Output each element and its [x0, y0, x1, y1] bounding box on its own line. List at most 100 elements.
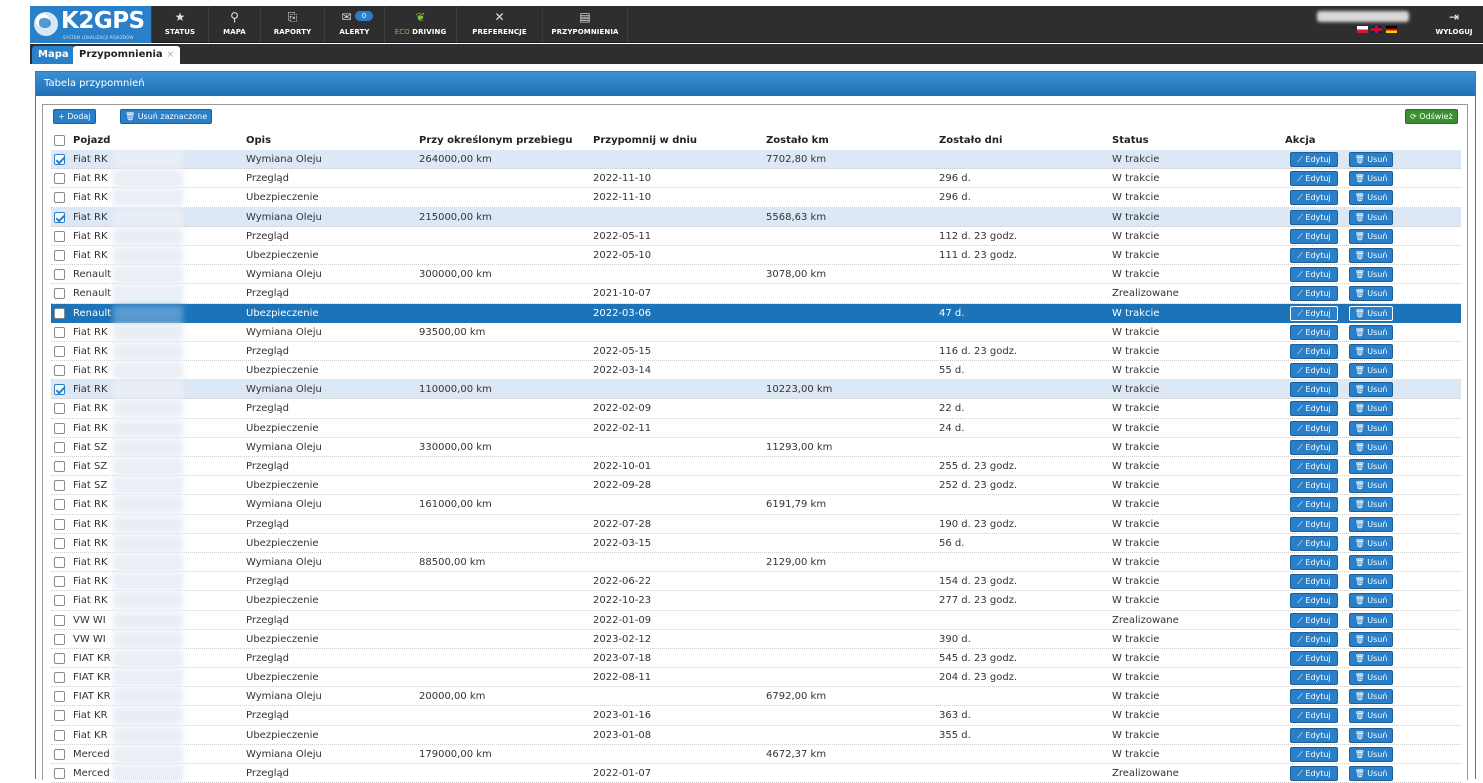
row-checkbox[interactable]: [54, 288, 65, 300]
delete-button[interactable]: 🗑 Usuń: [1349, 593, 1393, 609]
row-checkbox[interactable]: [54, 556, 65, 568]
column-remind-on[interactable]: Przypomnij w dniu: [593, 135, 697, 146]
delete-button[interactable]: 🗑 Usuń: [1349, 324, 1393, 340]
table-row[interactable]: Renault Ubezpieczenie 2022-03-06 47 d. W tra…: [51, 303, 1461, 323]
close-tab-icon[interactable]: ×: [167, 50, 175, 60]
flag-de-icon[interactable]: [1386, 26, 1397, 33]
delete-button[interactable]: 🗑 Usuń: [1349, 612, 1393, 628]
delete-button[interactable]: 🗑 Usuń: [1349, 746, 1393, 762]
table-row[interactable]: Fiat SZ Ubezpieczenie 2022-09-28 252 d. 23 …: [51, 476, 1461, 496]
edit-button[interactable]: ⟋ Edytuj: [1290, 497, 1338, 513]
row-checkbox[interactable]: [54, 614, 65, 626]
edit-button[interactable]: ⟋ Edytuj: [1290, 247, 1338, 263]
row-checkbox[interactable]: [54, 441, 65, 453]
row-checkbox[interactable]: [54, 249, 65, 261]
table-row[interactable]: Renault Przegląd 2021-10-07 Zrealizowane ⟋ E…: [51, 284, 1461, 304]
table-row[interactable]: Fiat RK Ubezpieczenie 2022-11-10 296 d. W tr…: [51, 188, 1461, 208]
row-checkbox[interactable]: [54, 518, 65, 530]
edit-button[interactable]: ⟋ Edytuj: [1290, 228, 1338, 244]
row-checkbox[interactable]: [54, 307, 65, 319]
edit-button[interactable]: ⟋ Edytuj: [1290, 612, 1338, 628]
delete-button[interactable]: 🗑 Usuń: [1349, 401, 1393, 417]
delete-button[interactable]: 🗑 Usuń: [1349, 516, 1393, 532]
edit-button[interactable]: ⟋ Edytuj: [1290, 401, 1338, 417]
add-button[interactable]: + Dodaj: [53, 109, 96, 124]
table-row[interactable]: Fiat RK Wymiana Oleju 88500,00 km 2129,00 k…: [51, 553, 1461, 573]
table-row[interactable]: Fiat RK Wymiana Oleju 93500,00 km W trakcie…: [51, 323, 1461, 342]
delete-button[interactable]: 🗑 Usuń: [1349, 363, 1393, 379]
row-checkbox[interactable]: [54, 672, 65, 684]
row-checkbox[interactable]: [54, 422, 65, 434]
table-row[interactable]: Fiat RK Przegląd 2022-11-10 296 d. W trakcie…: [51, 169, 1461, 189]
row-checkbox[interactable]: [54, 768, 65, 779]
table-row[interactable]: Fiat RK Ubezpieczenie 2022-03-14 55 d. W tra…: [51, 361, 1461, 381]
tab-reminders[interactable]: Przypomnienia ×: [73, 46, 181, 64]
row-checkbox[interactable]: [54, 576, 65, 588]
delete-button[interactable]: 🗑 Usuń: [1349, 305, 1393, 321]
edit-button[interactable]: ⟋ Edytuj: [1290, 574, 1338, 590]
edit-button[interactable]: ⟋ Edytuj: [1290, 152, 1338, 167]
delete-button[interactable]: 🗑 Usuń: [1349, 727, 1393, 743]
nav-map[interactable]: ⚲ MAPA: [208, 6, 260, 43]
table-row[interactable]: Fiat RK Ubezpieczenie 2022-05-10 111 d. 23 …: [51, 246, 1461, 266]
table-row[interactable]: Fiat RK Wymiana Oleju 161000,00 km 6191,79 …: [51, 495, 1461, 515]
table-row[interactable]: Fiat SZ Wymiana Oleju 330000,00 km 11293,00…: [51, 438, 1461, 457]
column-at-mileage[interactable]: Przy określonym przebiegu: [419, 135, 572, 146]
table-row[interactable]: Fiat RK Przegląd 2022-05-11 112 d. 23 godz.…: [51, 227, 1461, 246]
select-all-checkbox[interactable]: [54, 135, 65, 146]
edit-button[interactable]: ⟋ Edytuj: [1290, 324, 1338, 340]
delete-button[interactable]: 🗑 Usuń: [1349, 535, 1393, 551]
edit-button[interactable]: ⟋ Edytuj: [1290, 267, 1338, 283]
edit-button[interactable]: ⟋ Edytuj: [1290, 554, 1338, 570]
delete-button[interactable]: 🗑 Usuń: [1349, 171, 1393, 187]
delete-button[interactable]: 🗑 Usuń: [1349, 650, 1393, 666]
nav-preferences[interactable]: ✕ PREFERENCJE: [456, 6, 542, 43]
column-vehicle[interactable]: Pojazd: [73, 135, 110, 146]
row-checkbox[interactable]: [54, 691, 65, 703]
delete-button[interactable]: 🗑 Usuń: [1349, 247, 1393, 263]
flag-en-icon[interactable]: [1371, 26, 1382, 33]
row-checkbox[interactable]: [54, 192, 65, 204]
row-checkbox[interactable]: [54, 729, 65, 741]
edit-button[interactable]: ⟋ Edytuj: [1290, 343, 1338, 359]
delete-button[interactable]: 🗑 Usuń: [1349, 689, 1393, 705]
delete-button[interactable]: 🗑 Usuń: [1349, 631, 1393, 647]
table-row[interactable]: Fiat RK Ubezpieczenie 2022-02-11 24 d. W tra…: [51, 419, 1461, 438]
table-row[interactable]: Fiat RK Wymiana Oleju 110000,00 km 10223,00…: [51, 380, 1461, 400]
row-checkbox[interactable]: [54, 365, 65, 377]
edit-button[interactable]: ⟋ Edytuj: [1290, 631, 1338, 647]
table-row[interactable]: Fiat KR Przegląd 2023-01-16 363 d. W trakcie…: [51, 706, 1461, 726]
delete-button[interactable]: 🗑 Usuń: [1349, 267, 1393, 283]
edit-button[interactable]: ⟋ Edytuj: [1290, 746, 1338, 762]
row-checkbox[interactable]: [54, 403, 65, 415]
table-row[interactable]: FIAT KR Wymiana Oleju 20000,00 km 6792,00 k…: [51, 687, 1461, 707]
row-checkbox[interactable]: [54, 269, 65, 281]
edit-button[interactable]: ⟋ Edytuj: [1290, 439, 1338, 455]
edit-button[interactable]: ⟋ Edytuj: [1290, 190, 1338, 206]
table-row[interactable]: FIAT KR Ubezpieczenie 2022-08-11 204 d. 23 …: [51, 668, 1461, 688]
delete-selected-button[interactable]: 🗑 Usuń zaznaczone: [120, 109, 213, 124]
edit-button[interactable]: ⟋ Edytuj: [1290, 478, 1338, 494]
column-status[interactable]: Status: [1112, 135, 1149, 146]
edit-button[interactable]: ⟋ Edytuj: [1290, 670, 1338, 686]
row-checkbox[interactable]: [54, 211, 65, 223]
edit-button[interactable]: ⟋ Edytuj: [1290, 535, 1338, 551]
edit-button[interactable]: ⟋ Edytuj: [1290, 727, 1338, 743]
column-description[interactable]: Opis: [246, 135, 271, 146]
table-row[interactable]: Fiat RK Wymiana Oleju 215000,00 km 5568,63 …: [51, 207, 1461, 227]
delete-button[interactable]: 🗑 Usuń: [1349, 190, 1393, 206]
row-checkbox[interactable]: [54, 652, 65, 664]
nav-alerts[interactable]: ✉ 0 ALERTY: [324, 6, 384, 43]
delete-button[interactable]: 🗑 Usuń: [1349, 228, 1393, 244]
flag-pl-icon[interactable]: [1357, 26, 1368, 33]
delete-button[interactable]: 🗑 Usuń: [1349, 670, 1393, 686]
row-checkbox[interactable]: [54, 499, 65, 511]
row-checkbox[interactable]: [54, 633, 65, 645]
row-checkbox[interactable]: [54, 154, 65, 165]
delete-button[interactable]: 🗑 Usuń: [1349, 574, 1393, 590]
table-row[interactable]: Fiat RK Ubezpieczenie 2022-10-23 277 d. 23 …: [51, 591, 1461, 611]
nav-reminders[interactable]: ▤ PRZYPOMNIENIA: [542, 6, 628, 43]
table-row[interactable]: Renault Wymiana Oleju 300000,00 km 3078,00 …: [51, 265, 1461, 285]
row-checkbox[interactable]: [54, 326, 65, 338]
delete-button[interactable]: 🗑 Usuń: [1349, 497, 1393, 513]
